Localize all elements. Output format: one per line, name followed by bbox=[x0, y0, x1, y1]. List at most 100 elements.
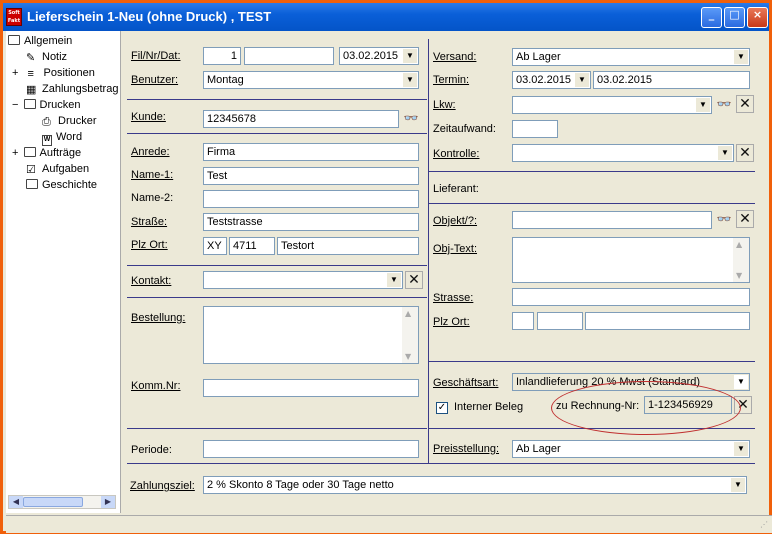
navigation-tree: Allgemein ✎ Notiz + ≡ Positionen ▦ Zahlungs… bbox=[6, 31, 121, 513]
versand-label: Versand: bbox=[433, 51, 477, 63]
periode-input[interactable] bbox=[203, 440, 419, 458]
tree-item-word[interactable]: W Word bbox=[42, 131, 82, 146]
tree-item-allgemein[interactable]: Allgemein bbox=[8, 35, 72, 47]
chevron-down-icon[interactable]: ▼ bbox=[696, 98, 710, 112]
chevron-down-icon[interactable]: ▼ bbox=[734, 50, 748, 64]
nr-input[interactable] bbox=[244, 47, 334, 65]
folder-open-icon bbox=[23, 99, 36, 109]
divider bbox=[127, 133, 427, 134]
tree-item-positionen[interactable]: + ≡ Positionen bbox=[12, 67, 95, 80]
clear-lkw-icon[interactable]: ✕ bbox=[736, 95, 754, 113]
date-picker[interactable]: 03.02.2015 ▼ bbox=[339, 47, 419, 65]
zeitaufwand-input[interactable] bbox=[512, 120, 558, 138]
lieferant-label: Lieferant: bbox=[433, 183, 479, 195]
strasse-input[interactable]: Teststrasse bbox=[203, 213, 419, 231]
anrede-label: Anrede: bbox=[131, 146, 170, 158]
textarea-scrollbar[interactable]: ▲ ▼ bbox=[402, 307, 418, 363]
termin-from-picker[interactable]: 03.02.2015 ▼ bbox=[512, 71, 591, 89]
plz-ort-right-label: Plz Ort: bbox=[433, 316, 470, 328]
close-button[interactable]: × bbox=[747, 7, 768, 28]
kunde-input[interactable]: 12345678 bbox=[203, 110, 399, 128]
interner-beleg-checkbox[interactable]: ✓ bbox=[436, 402, 448, 414]
folder-icon bbox=[23, 147, 36, 157]
chevron-down-icon[interactable]: ▼ bbox=[387, 273, 401, 287]
note-icon: ✎ bbox=[26, 52, 36, 64]
fil-nr-dat-label: Fil/Nr/Dat: bbox=[131, 50, 181, 62]
scroll-thumb[interactable] bbox=[23, 497, 83, 507]
window-title: Lieferschein 1-Neu (ohne Druck) , TEST bbox=[27, 9, 272, 24]
plz-input[interactable]: 4711 bbox=[229, 237, 275, 255]
column-divider bbox=[428, 39, 429, 463]
bestellung-textarea[interactable]: ▲ ▼ bbox=[203, 306, 419, 364]
komm-nr-input[interactable] bbox=[203, 379, 419, 397]
tree-item-auftraege[interactable]: + Aufträge bbox=[12, 147, 81, 159]
clear-objekt-icon[interactable]: ✕ bbox=[736, 210, 754, 228]
collapse-icon[interactable]: − bbox=[12, 99, 18, 111]
expand-icon[interactable]: + bbox=[12, 67, 18, 79]
tree-item-aufgaben[interactable]: ☑ Aufgaben bbox=[26, 163, 89, 176]
resize-grip-icon[interactable]: ⋰ bbox=[760, 520, 768, 529]
kontrolle-select[interactable]: ▼ bbox=[512, 144, 734, 162]
chevron-down-icon[interactable]: ▼ bbox=[731, 478, 745, 492]
textarea-scrollbar[interactable]: ▲ ▼ bbox=[733, 238, 749, 282]
tree-item-drucker[interactable]: ⎙ Drucker bbox=[42, 115, 97, 128]
zahlungsziel-select[interactable]: 2 % Skonto 8 Tage oder 30 Tage netto ▼ bbox=[203, 476, 747, 494]
name1-input[interactable]: Test bbox=[203, 167, 419, 185]
clear-kontakt-icon[interactable]: ✕ bbox=[405, 271, 423, 289]
folder-icon bbox=[26, 179, 38, 189]
divider bbox=[429, 361, 755, 362]
kontakt-select[interactable]: ▼ bbox=[203, 271, 403, 289]
name2-input[interactable] bbox=[203, 190, 419, 208]
termin-to-input[interactable]: 03.02.2015 bbox=[593, 71, 750, 89]
benutzer-select[interactable]: Montag ▼ bbox=[203, 71, 419, 89]
strasse-right-input[interactable] bbox=[512, 288, 750, 306]
ort-right-input[interactable] bbox=[585, 312, 750, 330]
fil-input[interactable]: 1 bbox=[203, 47, 241, 65]
preisstellung-select[interactable]: Ab Lager ▼ bbox=[512, 440, 750, 458]
interner-beleg-label: Interner Beleg bbox=[454, 401, 524, 413]
lkw-select[interactable]: ▼ bbox=[512, 96, 712, 114]
strasse-label: Straße: bbox=[131, 216, 168, 228]
name1-label: Name-1: bbox=[131, 169, 174, 181]
plz-right-input[interactable] bbox=[537, 312, 583, 330]
chevron-down-icon[interactable]: ▼ bbox=[734, 375, 748, 389]
chevron-down-icon[interactable]: ▼ bbox=[403, 49, 417, 63]
scroll-left-icon[interactable]: ◀ bbox=[9, 496, 23, 508]
anrede-input[interactable]: Firma bbox=[203, 143, 419, 161]
objekt-input[interactable] bbox=[512, 211, 712, 229]
tree-item-zahlungsbetrag[interactable]: ▦ Zahlungsbetrag bbox=[26, 83, 118, 96]
clear-kontrolle-icon[interactable]: ✕ bbox=[736, 144, 754, 162]
strasse-right-label: Strasse: bbox=[433, 292, 474, 304]
tree-horizontal-scrollbar[interactable]: ◀ ▶ bbox=[8, 495, 116, 509]
tree-item-notiz[interactable]: ✎ Notiz bbox=[26, 51, 67, 64]
binoculars-search-icon[interactable]: 👓 bbox=[402, 109, 420, 127]
chevron-down-icon[interactable]: ▼ bbox=[403, 73, 417, 87]
tree-item-geschichte[interactable]: Geschichte bbox=[26, 179, 97, 191]
divider bbox=[127, 463, 755, 464]
tree-item-drucken[interactable]: − Drucken bbox=[12, 99, 80, 111]
zeitaufwand-label: Zeitaufwand: bbox=[433, 123, 496, 135]
binoculars-search-icon[interactable]: 👓 bbox=[715, 210, 733, 228]
checklist-icon: ☑ bbox=[26, 164, 36, 176]
land-input[interactable]: XY bbox=[203, 237, 227, 255]
obj-text-textarea[interactable]: ▲ ▼ bbox=[512, 237, 750, 283]
chevron-down-icon[interactable]: ▼ bbox=[718, 146, 732, 160]
chevron-down-icon[interactable]: ▼ bbox=[734, 442, 748, 456]
versand-select[interactable]: Ab Lager ▼ bbox=[512, 48, 750, 66]
divider bbox=[127, 428, 427, 429]
chevron-down-icon[interactable]: ▼ bbox=[575, 73, 589, 87]
title-bar: Soft Fakt Lieferschein 1-Neu (ohne Druck… bbox=[3, 3, 769, 31]
app-window: Soft Fakt Lieferschein 1-Neu (ohne Druck… bbox=[0, 0, 772, 534]
list-icon: ≡ bbox=[27, 68, 34, 80]
kontakt-label: Kontakt: bbox=[131, 275, 172, 287]
maximize-button[interactable]: □ bbox=[724, 7, 745, 28]
app-icon: Soft Fakt bbox=[6, 8, 22, 26]
divider bbox=[127, 265, 427, 266]
binoculars-search-icon[interactable]: 👓 bbox=[715, 95, 733, 113]
expand-icon[interactable]: + bbox=[12, 147, 18, 159]
land-right-input[interactable] bbox=[512, 312, 534, 330]
minimize-button[interactable]: _ bbox=[701, 7, 722, 28]
ort-input[interactable]: Testort bbox=[277, 237, 419, 255]
folder-open-icon bbox=[8, 35, 20, 45]
scroll-right-icon[interactable]: ▶ bbox=[101, 496, 115, 508]
